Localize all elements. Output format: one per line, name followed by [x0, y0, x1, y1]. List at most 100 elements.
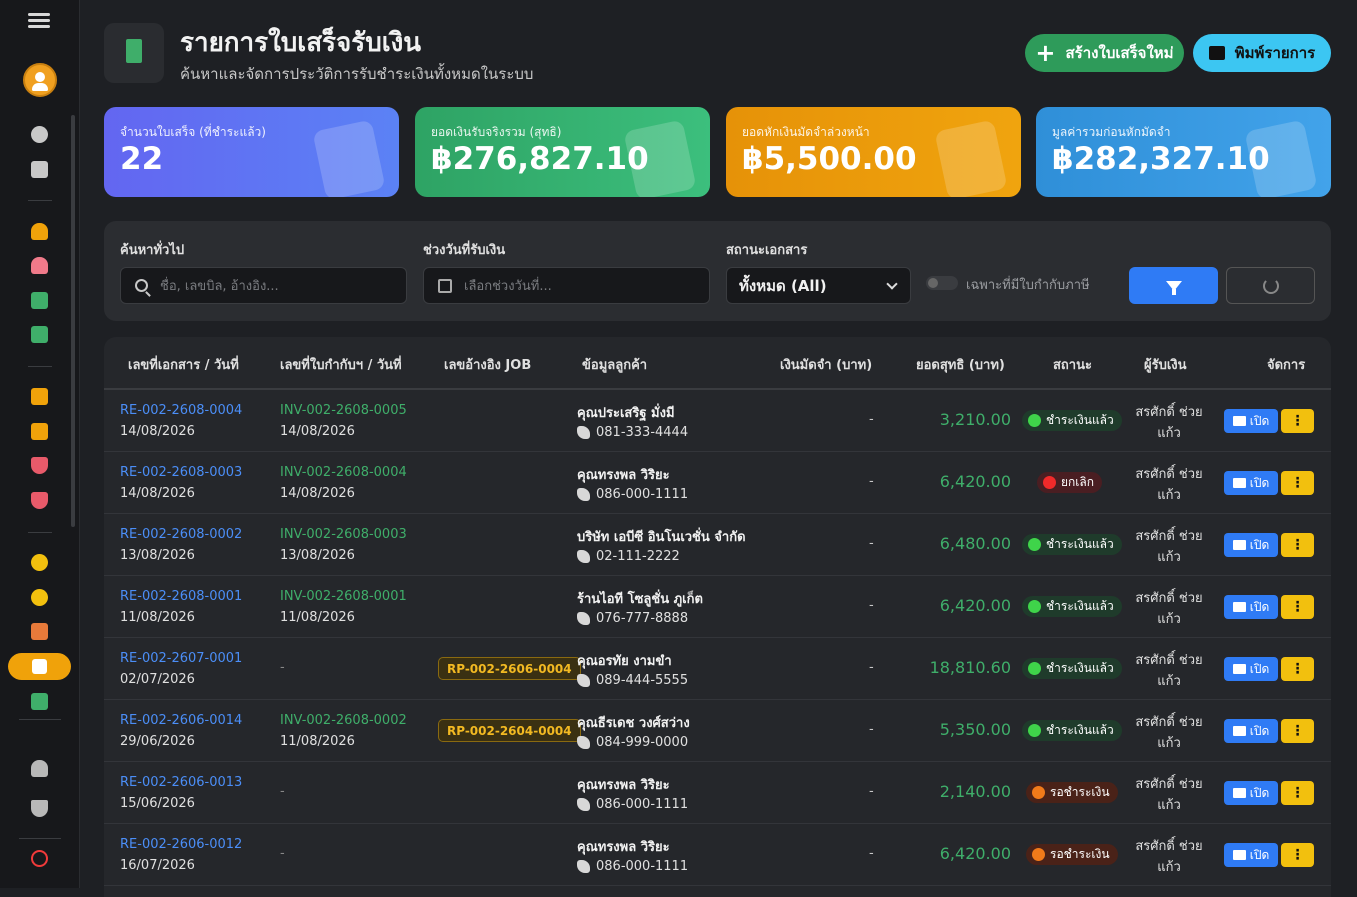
- phone-icon: [577, 612, 590, 625]
- status-badge: ชำระเงินแล้ว: [1022, 720, 1122, 741]
- deposit-amount: -: [869, 474, 874, 489]
- tax-invoice-toggle[interactable]: [926, 276, 958, 290]
- doc-number-link[interactable]: RE-002-2608-0001: [120, 589, 242, 604]
- column-header[interactable]: เงินมัดจำ (บาท): [780, 354, 872, 375]
- calendar-icon: [438, 278, 452, 293]
- more-options-button[interactable]: ⋮: [1281, 657, 1314, 681]
- customer-name: คุณอรทัย งามขำ: [577, 654, 672, 669]
- table-row: RE-002-2608-0001 11/08/2026 INV-002-2608-0…: [104, 576, 1331, 638]
- user-tie-icon[interactable]: [31, 760, 48, 777]
- status-text: รอชำระเงิน: [1050, 785, 1110, 799]
- column-header[interactable]: สถานะ: [1053, 354, 1092, 375]
- doc-date: 13/08/2026: [120, 548, 195, 563]
- job-reference-badge[interactable]: RP-002-2604-0004: [438, 719, 581, 742]
- calculator-icon: [1244, 119, 1318, 197]
- sidebar-item-receipts[interactable]: [8, 653, 71, 680]
- shield-alt-icon[interactable]: [31, 492, 48, 509]
- doc-date: 02/07/2026: [120, 672, 195, 687]
- more-options-button[interactable]: ⋮: [1281, 471, 1314, 495]
- open-button[interactable]: เปิด: [1224, 471, 1278, 495]
- print-list-button[interactable]: พิมพ์รายการ: [1193, 34, 1331, 72]
- column-header[interactable]: จัดการ: [1267, 354, 1305, 375]
- doc-number-link[interactable]: RE-002-2608-0003: [120, 465, 242, 480]
- sidebar-scrollbar[interactable]: [71, 115, 75, 527]
- more-options-button[interactable]: ⋮: [1281, 781, 1314, 805]
- status-dot-icon: [1028, 662, 1041, 675]
- filter-panel: ค้นหาทั่วไป ชื่อ, เลขบิล, อ้างอิง... ช่ว…: [104, 221, 1331, 321]
- status-text: ชำระเงินแล้ว: [1046, 413, 1114, 427]
- folder-open-icon: [1232, 416, 1246, 426]
- invoice-number[interactable]: INV-002-2608-0003: [280, 527, 407, 542]
- status-select[interactable]: ทั้งหมด (All): [726, 267, 911, 304]
- invoice-icon: [312, 119, 386, 197]
- open-button[interactable]: เปิด: [1224, 781, 1278, 805]
- doc-number-link[interactable]: RE-002-2606-0014: [120, 713, 242, 728]
- filter-icon: [1165, 280, 1182, 295]
- more-options-button[interactable]: ⋮: [1281, 719, 1314, 743]
- open-button[interactable]: เปิด: [1224, 843, 1278, 867]
- invoice-number[interactable]: INV-002-2608-0002: [280, 713, 407, 728]
- customer-name: คุณทรงพล วิริยะ: [577, 840, 670, 855]
- status-badge: รอชำระเงิน: [1026, 782, 1118, 803]
- shield-icon[interactable]: [31, 457, 48, 474]
- plus-icon: +: [1035, 39, 1056, 67]
- status-dot-icon: [1043, 476, 1056, 489]
- book-icon[interactable]: [31, 161, 48, 178]
- apply-filter-button[interactable]: [1129, 267, 1218, 304]
- net-amount: 6,420.00: [939, 472, 1011, 491]
- new-receipt-button[interactable]: + สร้างใบเสร็จใหม่: [1025, 34, 1184, 72]
- open-button[interactable]: เปิด: [1224, 595, 1278, 619]
- menu-icon[interactable]: [28, 10, 50, 32]
- column-header[interactable]: เลขที่ใบกำกับฯ / วันที่: [280, 354, 402, 375]
- status-badge: รอชำระเงิน: [1026, 844, 1118, 865]
- column-header[interactable]: ข้อมูลลูกค้า: [582, 354, 647, 375]
- open-button[interactable]: เปิด: [1224, 409, 1278, 433]
- phone-icon: [577, 550, 590, 563]
- more-options-button[interactable]: ⋮: [1281, 533, 1314, 557]
- more-options-button[interactable]: ⋮: [1281, 595, 1314, 619]
- date-range-input[interactable]: เลือกช่วงวันที่...: [423, 267, 710, 304]
- search-input[interactable]: ชื่อ, เลขบิล, อ้างอิง...: [120, 267, 407, 304]
- column-header[interactable]: ผู้รับเงิน: [1144, 354, 1187, 375]
- status-dot-icon: [1032, 848, 1045, 861]
- invoice-number[interactable]: INV-002-2608-0001: [280, 589, 407, 604]
- customers-icon[interactable]: [31, 257, 48, 274]
- doc-number-link[interactable]: RE-002-2606-0013: [120, 775, 242, 790]
- column-header[interactable]: ยอดสุทธิ (บาท): [916, 354, 1005, 375]
- doc-number-link[interactable]: RE-002-2606-0012: [120, 837, 242, 852]
- documents-icon[interactable]: [31, 292, 48, 309]
- trophy-icon[interactable]: [31, 800, 48, 817]
- receipt-icon: [104, 23, 164, 83]
- open-button[interactable]: เปิด: [1224, 533, 1278, 557]
- column-header[interactable]: เลขอ้างอิง JOB: [444, 354, 531, 375]
- doc-number-link[interactable]: RE-002-2608-0004: [120, 403, 242, 418]
- job-reference-badge[interactable]: RP-002-2606-0004: [438, 657, 581, 680]
- open-button-label: เปิด: [1249, 785, 1270, 800]
- more-options-button[interactable]: ⋮: [1281, 409, 1314, 433]
- doc-number-link[interactable]: RE-002-2607-0001: [120, 651, 242, 666]
- reset-filter-button[interactable]: [1226, 267, 1315, 304]
- open-button-label: เปิด: [1249, 413, 1270, 428]
- phone-icon: [577, 736, 590, 749]
- doc-number-link[interactable]: RE-002-2608-0002: [120, 527, 242, 542]
- money-bill-icon[interactable]: [31, 693, 48, 710]
- tools-alt-icon[interactable]: [31, 423, 48, 440]
- documents-alt-icon[interactable]: [31, 326, 48, 343]
- open-button-label: เปิด: [1249, 475, 1270, 490]
- open-button[interactable]: เปิด: [1224, 719, 1278, 743]
- invoice-number[interactable]: INV-002-2608-0005: [280, 403, 407, 418]
- coin-icon[interactable]: [31, 554, 48, 571]
- tools-icon[interactable]: [31, 388, 48, 405]
- card-value: ฿276,827.10: [431, 141, 649, 177]
- invoice-number[interactable]: INV-002-2608-0004: [280, 465, 407, 480]
- power-icon[interactable]: [31, 850, 48, 867]
- dashboard-chart-icon[interactable]: [31, 126, 48, 143]
- column-header[interactable]: เลขที่เอกสาร / วันที่: [128, 354, 239, 375]
- users-icon[interactable]: [31, 223, 48, 240]
- open-button[interactable]: เปิด: [1224, 657, 1278, 681]
- net-amount: 6,420.00: [939, 844, 1011, 863]
- hand-money-icon[interactable]: [31, 623, 48, 640]
- coin-alt-icon[interactable]: [31, 589, 48, 606]
- avatar[interactable]: [23, 63, 57, 97]
- more-options-button[interactable]: ⋮: [1281, 843, 1314, 867]
